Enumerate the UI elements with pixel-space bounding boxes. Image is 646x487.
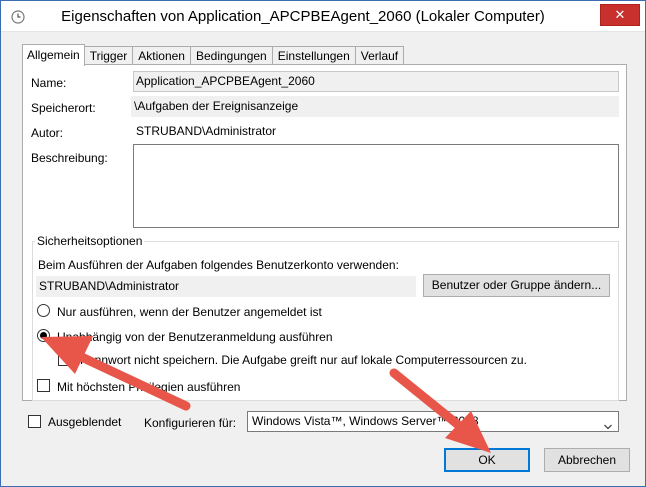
chevron-down-icon (604, 418, 612, 430)
tab-verlauf[interactable]: Verlauf (354, 46, 405, 65)
name-field[interactable]: Application_APCPBEAgent_2060 (133, 71, 619, 92)
tab-bedingungen[interactable]: Bedingungen (189, 46, 273, 65)
run-logged-on-radio[interactable] (37, 304, 50, 317)
change-user-button[interactable]: Benutzer oder Gruppe ändern... (423, 274, 610, 297)
configure-select[interactable]: Windows Vista™, Windows Server™ 2008 (247, 411, 619, 432)
no-password-label[interactable]: Kennwort nicht speichern. Die Aufgabe gr… (80, 353, 527, 367)
close-icon: ✕ (614, 7, 626, 23)
title-bar[interactable]: Eigenschaften von Application_APCPBEAgen… (1, 1, 645, 32)
properties-dialog: Eigenschaften von Application_APCPBEAgen… (0, 0, 646, 487)
close-button[interactable]: ✕ (600, 4, 640, 26)
security-options-title: Sicherheitsoptionen (35, 234, 145, 248)
hidden-label[interactable]: Ausgeblendet (48, 415, 121, 429)
highest-privileges-checkbox[interactable] (37, 379, 50, 392)
run-independent-radio[interactable] (37, 329, 50, 342)
location-value: \Aufgaben der Ereignisanzeige (131, 96, 619, 117)
name-label: Name: (31, 76, 67, 90)
account-prompt: Beim Ausführen der Aufgaben folgendes Be… (38, 258, 399, 272)
highest-privileges-label[interactable]: Mit höchsten Privilegien ausführen (57, 380, 240, 394)
description-textarea[interactable] (133, 144, 619, 228)
hidden-checkbox[interactable] (28, 415, 41, 428)
configure-label: Konfigurieren für: (144, 416, 237, 430)
tab-aktionen[interactable]: Aktionen (132, 46, 191, 65)
tab-trigger[interactable]: Trigger (83, 46, 134, 65)
tab-strip: Allgemein Trigger Aktionen Bedingungen E… (22, 44, 405, 66)
ok-button[interactable]: OK (444, 448, 530, 472)
account-field: STRUBAND\Administrator (36, 276, 416, 297)
description-label: Beschreibung: (31, 151, 108, 165)
location-label: Speicherort: (31, 101, 96, 115)
run-independent-label[interactable]: Unabhängig von der Benutzeranmeldung aus… (57, 330, 333, 344)
run-logged-on-label[interactable]: Nur ausführen, wenn der Benutzer angemel… (57, 305, 322, 319)
author-label: Autor: (31, 126, 64, 140)
tab-einstellungen[interactable]: Einstellungen (271, 46, 356, 65)
cancel-button[interactable]: Abbrechen (544, 448, 630, 472)
window-title: Eigenschaften von Application_APCPBEAgen… (61, 8, 545, 25)
author-value: STRUBAND\Administrator (136, 124, 277, 138)
no-password-checkbox[interactable] (58, 353, 71, 366)
tab-allgemein[interactable]: Allgemein (22, 44, 85, 66)
configure-select-value: Windows Vista™, Windows Server™ 2008 (252, 414, 479, 428)
